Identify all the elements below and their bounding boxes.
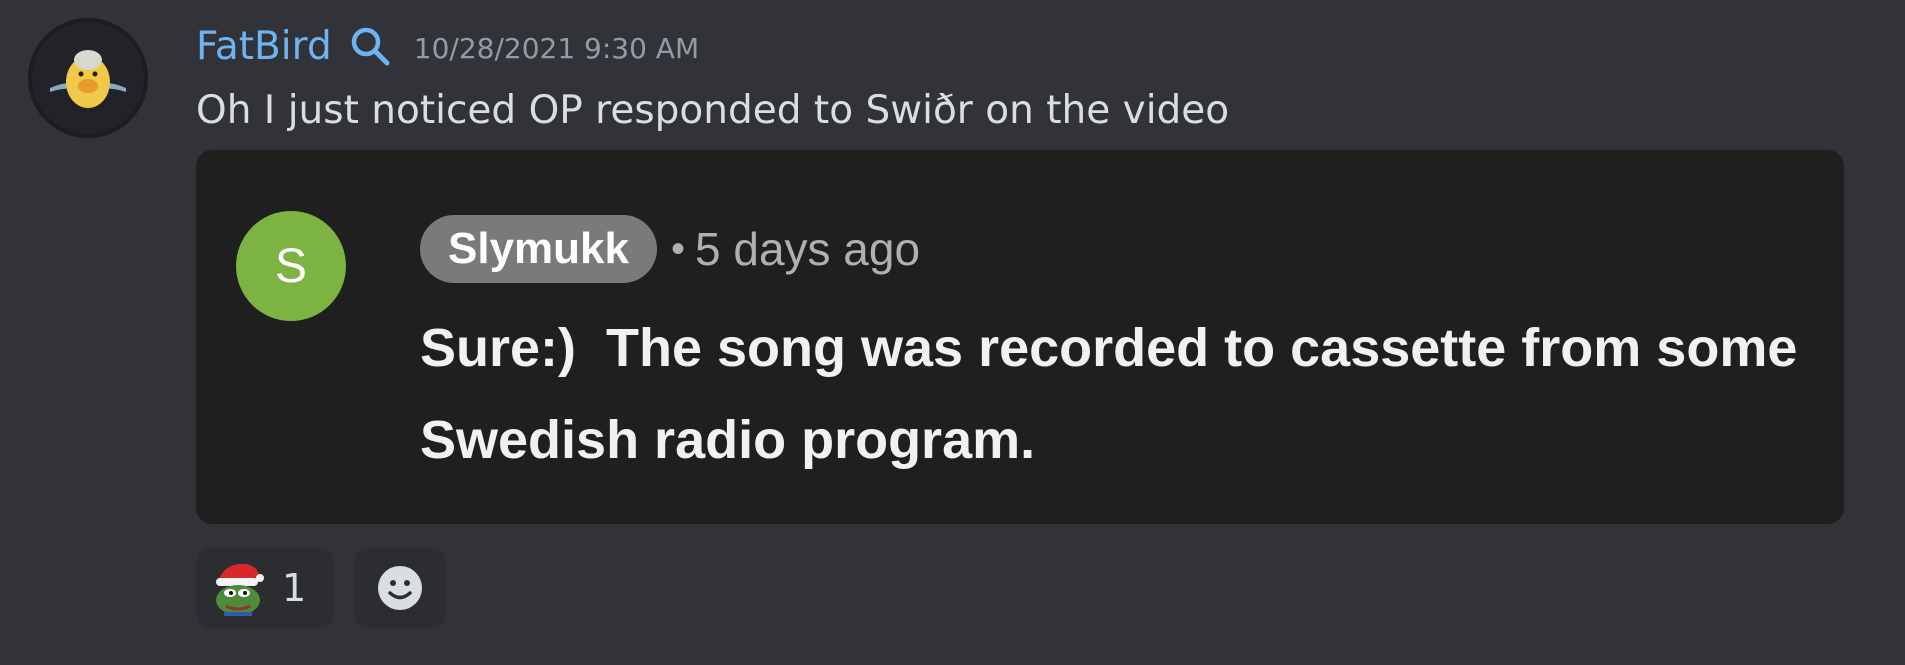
- add-reaction-button[interactable]: [354, 548, 446, 628]
- user-avatar[interactable]: [28, 18, 148, 138]
- message-content: Oh I just noticed OP responded to Swiðr …: [196, 88, 1230, 133]
- add-reaction-smiley-icon: [378, 566, 422, 610]
- reaction-button[interactable]: 1: [196, 548, 334, 628]
- username[interactable]: FatBird: [196, 27, 332, 66]
- avatar-bird-image: [28, 18, 148, 138]
- pepe-santa-emoji: [216, 563, 264, 616]
- chat-message: FatBird 10/28/2021 9:30 AM Oh I just not…: [0, 0, 1905, 665]
- comment-age: 5 days ago: [695, 223, 921, 275]
- avatar-letter: S: [274, 239, 307, 293]
- reactions-bar: 1: [196, 548, 446, 628]
- message-timestamp: 10/28/2021 9:30 AM: [413, 32, 700, 65]
- message-header: FatBird 10/28/2021 9:30 AM: [196, 18, 699, 74]
- comment-author-badge: Slymukk: [420, 215, 657, 283]
- search-icon[interactable]: [346, 22, 394, 70]
- image-embed[interactable]: S Slymukk • 5 days ago Sure:) The song w…: [196, 150, 1844, 524]
- separator-dot: •: [670, 226, 685, 271]
- comment-header: Slymukk • 5 days ago: [420, 210, 920, 288]
- comment-text: Sure:) The song was recorded to cassette…: [420, 318, 1813, 470]
- comment-author-avatar: S: [236, 211, 346, 321]
- reaction-count: 1: [282, 566, 307, 610]
